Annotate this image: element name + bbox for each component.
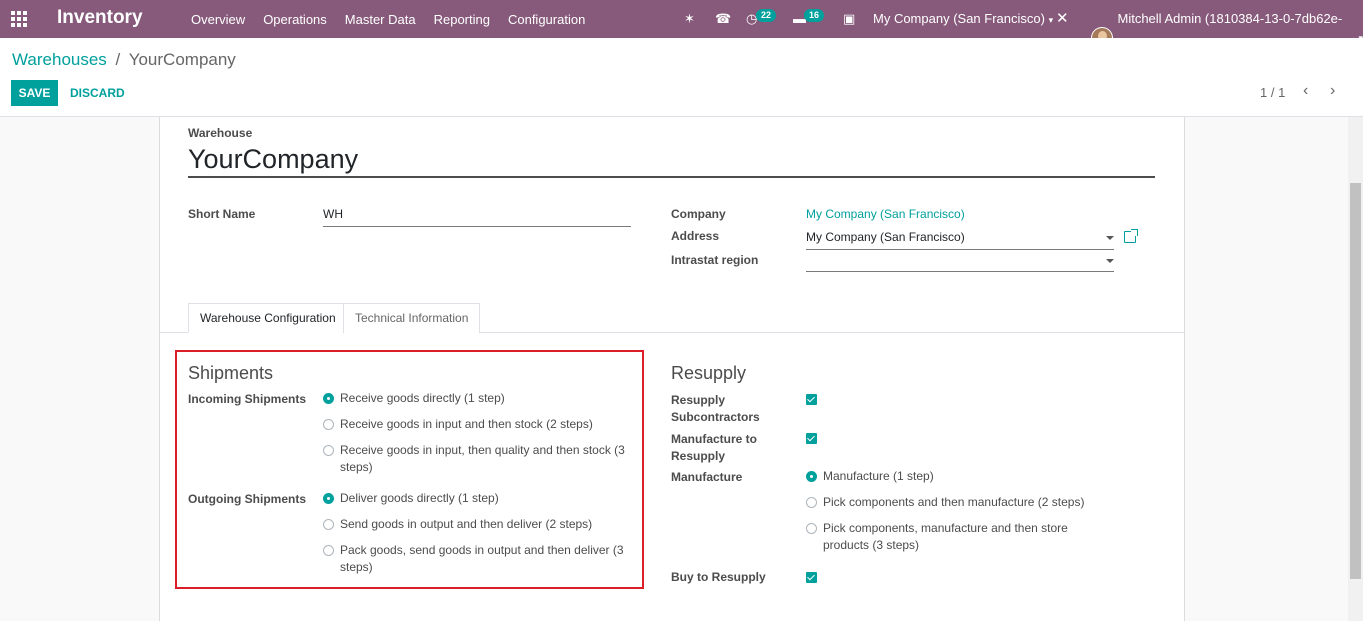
company-switcher[interactable]: My Company (San Francisco) ▾ (873, 0, 1053, 39)
radio-unchecked[interactable] (323, 519, 334, 530)
outgoing-option-3[interactable]: Pack goods, send goods in output and the… (323, 542, 633, 576)
outgoing-option-2-label: Send goods in output and then deliver (2… (340, 517, 593, 531)
shipments-title: Shipments (188, 363, 274, 383)
external-link-icon[interactable] (1124, 229, 1138, 243)
bug-icon[interactable]: ✶ (684, 0, 695, 38)
buy-to-resupply-checkbox[interactable] (806, 572, 817, 583)
radio-unchecked[interactable] (806, 523, 817, 534)
incoming-option-3-label: Receive goods in input, then quality and… (340, 443, 625, 474)
company-label: Company (671, 207, 726, 221)
short-name-input[interactable]: WH (323, 207, 631, 227)
incoming-shipments-label: Incoming Shipments (188, 392, 307, 406)
menu-overview[interactable]: Overview (182, 12, 254, 27)
resupply-title: Resupply (671, 363, 747, 383)
warehouse-label: Warehouse (188, 126, 253, 140)
breadcrumb-warehouses[interactable]: Warehouses (12, 50, 107, 69)
main-menu: Overview Operations Master Data Reportin… (182, 0, 594, 38)
outgoing-option-3-label: Pack goods, send goods in output and the… (340, 543, 624, 574)
address-select[interactable]: My Company (San Francisco) (806, 230, 1114, 250)
phone-icon[interactable]: ☎ (715, 0, 731, 38)
warehouse-name-input[interactable]: YourCompany (188, 143, 1155, 178)
chevron-down-icon[interactable] (1106, 236, 1114, 240)
menu-operations[interactable]: Operations (254, 12, 336, 27)
address-label: Address (671, 229, 720, 243)
resupply-subcontractors-label: Resupply Subcontractors (671, 393, 760, 424)
menu-master-data[interactable]: Master Data (336, 12, 425, 27)
outgoing-option-2[interactable]: Send goods in output and then deliver (2… (323, 516, 623, 533)
manufacture-to-resupply-checkbox[interactable] (806, 433, 817, 444)
pager-prev-icon[interactable]: ‹ (1303, 83, 1308, 99)
apps-menu-icon[interactable] (11, 11, 27, 27)
manufacture-label: Manufacture (671, 470, 743, 484)
app-brand[interactable]: Inventory (57, 7, 143, 29)
incoming-option-2[interactable]: Receive goods in input and then stock (2… (323, 416, 623, 433)
short-name-label: Short Name (188, 207, 256, 221)
tab-warehouse-configuration[interactable]: Warehouse Configuration (188, 303, 348, 333)
radio-checked[interactable] (806, 471, 817, 482)
outgoing-shipments-label: Outgoing Shipments (188, 492, 306, 506)
save-button[interactable]: Save (11, 80, 58, 106)
activity-clock-icon[interactable]: ◷ (746, 0, 757, 38)
radio-checked[interactable] (323, 493, 334, 504)
control-panel: Warehouses / YourCompany Save Discard 1 … (0, 38, 1363, 117)
intrastat-region-label: Intrastat region (671, 253, 759, 267)
manufacture-option-3-label: Pick components, manufacture and then st… (823, 521, 1068, 552)
menu-reporting[interactable]: Reporting (425, 12, 499, 27)
chevron-down-icon: ▾ (1048, 15, 1054, 25)
outgoing-option-1[interactable]: Deliver goods directly (1 step) (323, 490, 623, 507)
incoming-option-3[interactable]: Receive goods in input, then quality and… (323, 442, 633, 476)
radio-checked[interactable] (323, 393, 334, 404)
breadcrumb-current: YourCompany (128, 50, 236, 69)
company-switcher-label: My Company (San Francisco) (873, 11, 1045, 26)
company-link[interactable]: My Company (San Francisco) (806, 207, 965, 221)
radio-unchecked[interactable] (323, 445, 334, 456)
breadcrumb-separator: / (115, 50, 121, 69)
incoming-option-2-label: Receive goods in input and then stock (2… (340, 417, 593, 431)
radio-unchecked[interactable] (806, 497, 817, 508)
pager-next-icon[interactable]: › (1330, 83, 1335, 99)
incoming-option-1-label: Receive goods directly (1 step) (340, 391, 505, 405)
pager-value: 1 / 1 (1260, 85, 1286, 100)
top-navbar: Inventory Overview Operations Master Dat… (0, 0, 1363, 64)
scrollbar[interactable] (1348, 117, 1363, 621)
intrastat-region-select[interactable] (806, 252, 1114, 272)
radio-unchecked[interactable] (323, 419, 334, 430)
discard-button[interactable]: Discard (66, 80, 129, 106)
activity-count-badge: 22 (756, 9, 777, 22)
radio-unchecked[interactable] (323, 545, 334, 556)
manufacture-option-2[interactable]: Pick components and then manufacture (2 … (806, 494, 1106, 511)
menu-configuration[interactable]: Configuration (499, 12, 594, 27)
manufacture-option-1-label: Manufacture (1 step) (823, 469, 934, 483)
tab-technical-information[interactable]: Technical Information (343, 303, 481, 333)
gift-icon[interactable]: ▣ (843, 0, 855, 38)
message-count-badge: 16 (804, 9, 825, 22)
chevron-down-icon[interactable] (1106, 259, 1114, 263)
manufacture-option-1[interactable]: Manufacture (1 step) (806, 468, 1106, 485)
manufacture-option-3[interactable]: Pick components, manufacture and then st… (806, 520, 1106, 554)
manufacture-to-resupply-label: Manufacture to Resupply (671, 432, 758, 463)
manufacture-option-2-label: Pick components and then manufacture (2 … (823, 495, 1085, 509)
resupply-subcontractors-checkbox[interactable] (806, 394, 817, 405)
buy-to-resupply-label: Buy to Resupply (671, 570, 766, 584)
scrollbar-thumb[interactable] (1350, 183, 1361, 579)
close-icon[interactable]: ✕ (1056, 0, 1069, 38)
outgoing-option-1-label: Deliver goods directly (1 step) (340, 491, 499, 505)
breadcrumb: Warehouses / YourCompany (12, 50, 236, 70)
incoming-option-1[interactable]: Receive goods directly (1 step) (323, 390, 623, 407)
